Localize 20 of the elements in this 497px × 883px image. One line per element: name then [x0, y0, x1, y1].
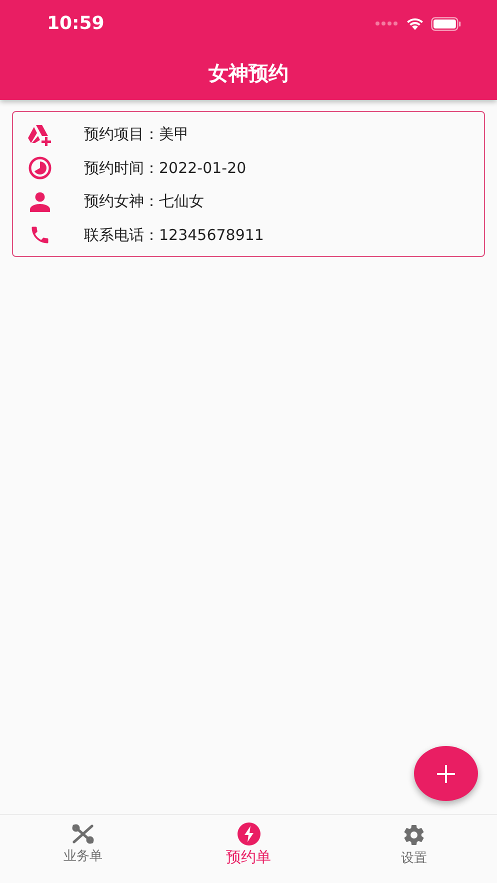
add-button[interactable] — [414, 746, 478, 801]
shapes-plus-icon — [27, 124, 53, 146]
nav-tab[interactable]: 设置 — [331, 815, 497, 883]
status-time: 10:59 — [47, 13, 104, 34]
appointment-detail: 预约项目：美甲 — [84, 125, 189, 144]
battery-icon — [431, 16, 461, 30]
appointment-detail: 预约时间：2022-01-20 — [84, 158, 246, 178]
settings-icon — [402, 823, 426, 847]
person-icon — [27, 192, 53, 212]
clock-icon — [27, 156, 53, 180]
tools-icon — [70, 823, 95, 845]
nav-tab[interactable]: 业务单 — [0, 815, 166, 883]
signal-icon — [375, 21, 399, 26]
wifi-icon — [406, 17, 424, 30]
add-icon — [437, 764, 455, 782]
page-title: 女神预约 — [208, 60, 288, 87]
lightning-icon — [236, 822, 260, 846]
appointment-detail: 预约女神：七仙女 — [84, 192, 204, 212]
nav-tab[interactable]: 预约单 — [166, 815, 332, 883]
appointment-detail: 联系电话：12345678911 — [84, 226, 264, 245]
